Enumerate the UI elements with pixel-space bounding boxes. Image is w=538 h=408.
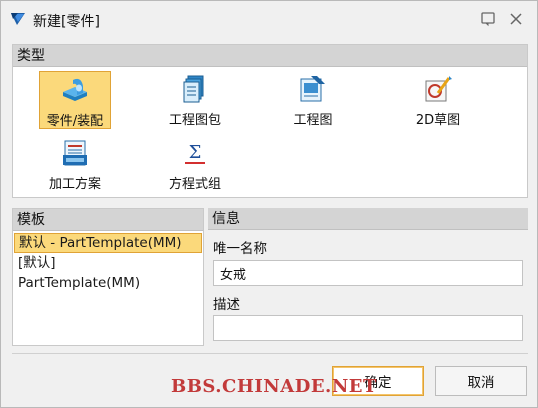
- type-item-part-assembly[interactable]: 零件/装配: [39, 71, 111, 129]
- type-item-drawing[interactable]: 工程图: [281, 73, 345, 131]
- type-item-label: 零件/装配: [46, 114, 104, 129]
- info-panel-header: 信息: [208, 208, 528, 230]
- unique-name-label: 唯一名称: [213, 241, 267, 257]
- template-panel: 模板 默认 - PartTemplate(MM) [默认] PartTempla…: [12, 208, 204, 346]
- new-file-dialog: 新建[零件] 类型 零件/装配 工程图包 工程图 2D草图 加工方案 Σ 方程式…: [0, 0, 538, 408]
- description-input[interactable]: [213, 315, 523, 341]
- help-icon[interactable]: [480, 11, 496, 27]
- template-item[interactable]: 默认 - PartTemplate(MM): [14, 233, 202, 253]
- description-label: 描述: [213, 297, 240, 313]
- cancel-button[interactable]: 取消: [435, 366, 527, 396]
- title-bar: 新建[零件]: [1, 1, 537, 39]
- template-panel-header: 模板: [13, 209, 203, 231]
- type-item-2d-sketch[interactable]: 2D草图: [403, 73, 473, 131]
- equation-set-icon: Σ: [185, 142, 205, 164]
- template-list: 默认 - PartTemplate(MM) [默认] PartTemplate(…: [14, 233, 202, 293]
- drawing-pack-icon: [183, 75, 204, 103]
- type-item-label: 工程图包: [168, 113, 221, 128]
- info-panel: 信息 唯一名称 描述: [208, 208, 528, 346]
- svg-text:Σ: Σ: [189, 142, 202, 163]
- type-item-drawing-pack[interactable]: 工程图包: [157, 73, 233, 131]
- unique-name-input[interactable]: [213, 260, 523, 286]
- template-item[interactable]: [默认]: [14, 253, 202, 273]
- type-item-label: 加工方案: [48, 177, 101, 192]
- type-item-label: 方程式组: [168, 177, 221, 192]
- type-item-label: 工程图: [293, 113, 333, 128]
- drawing-icon: [300, 76, 325, 102]
- watermark: BBS.CHINADE.NET: [171, 376, 377, 397]
- template-item[interactable]: PartTemplate(MM): [14, 273, 202, 293]
- dialog-title: 新建[零件]: [33, 14, 100, 30]
- type-panel-header: 类型: [13, 45, 527, 67]
- zw3d-app-icon: [11, 13, 25, 25]
- close-icon[interactable]: [508, 11, 524, 27]
- part-assembly-icon: [63, 78, 87, 101]
- type-panel: 类型 零件/装配 工程图包 工程图 2D草图 加工方案 Σ 方程式组: [12, 44, 528, 198]
- 2d-sketch-icon: [425, 76, 452, 102]
- type-item-label: 2D草图: [415, 113, 461, 128]
- type-item-machining-plan[interactable]: 加工方案: [39, 137, 111, 193]
- type-item-equation-set[interactable]: Σ 方程式组: [157, 137, 233, 193]
- machining-plan-icon: [63, 140, 87, 166]
- footer-divider: [12, 353, 528, 354]
